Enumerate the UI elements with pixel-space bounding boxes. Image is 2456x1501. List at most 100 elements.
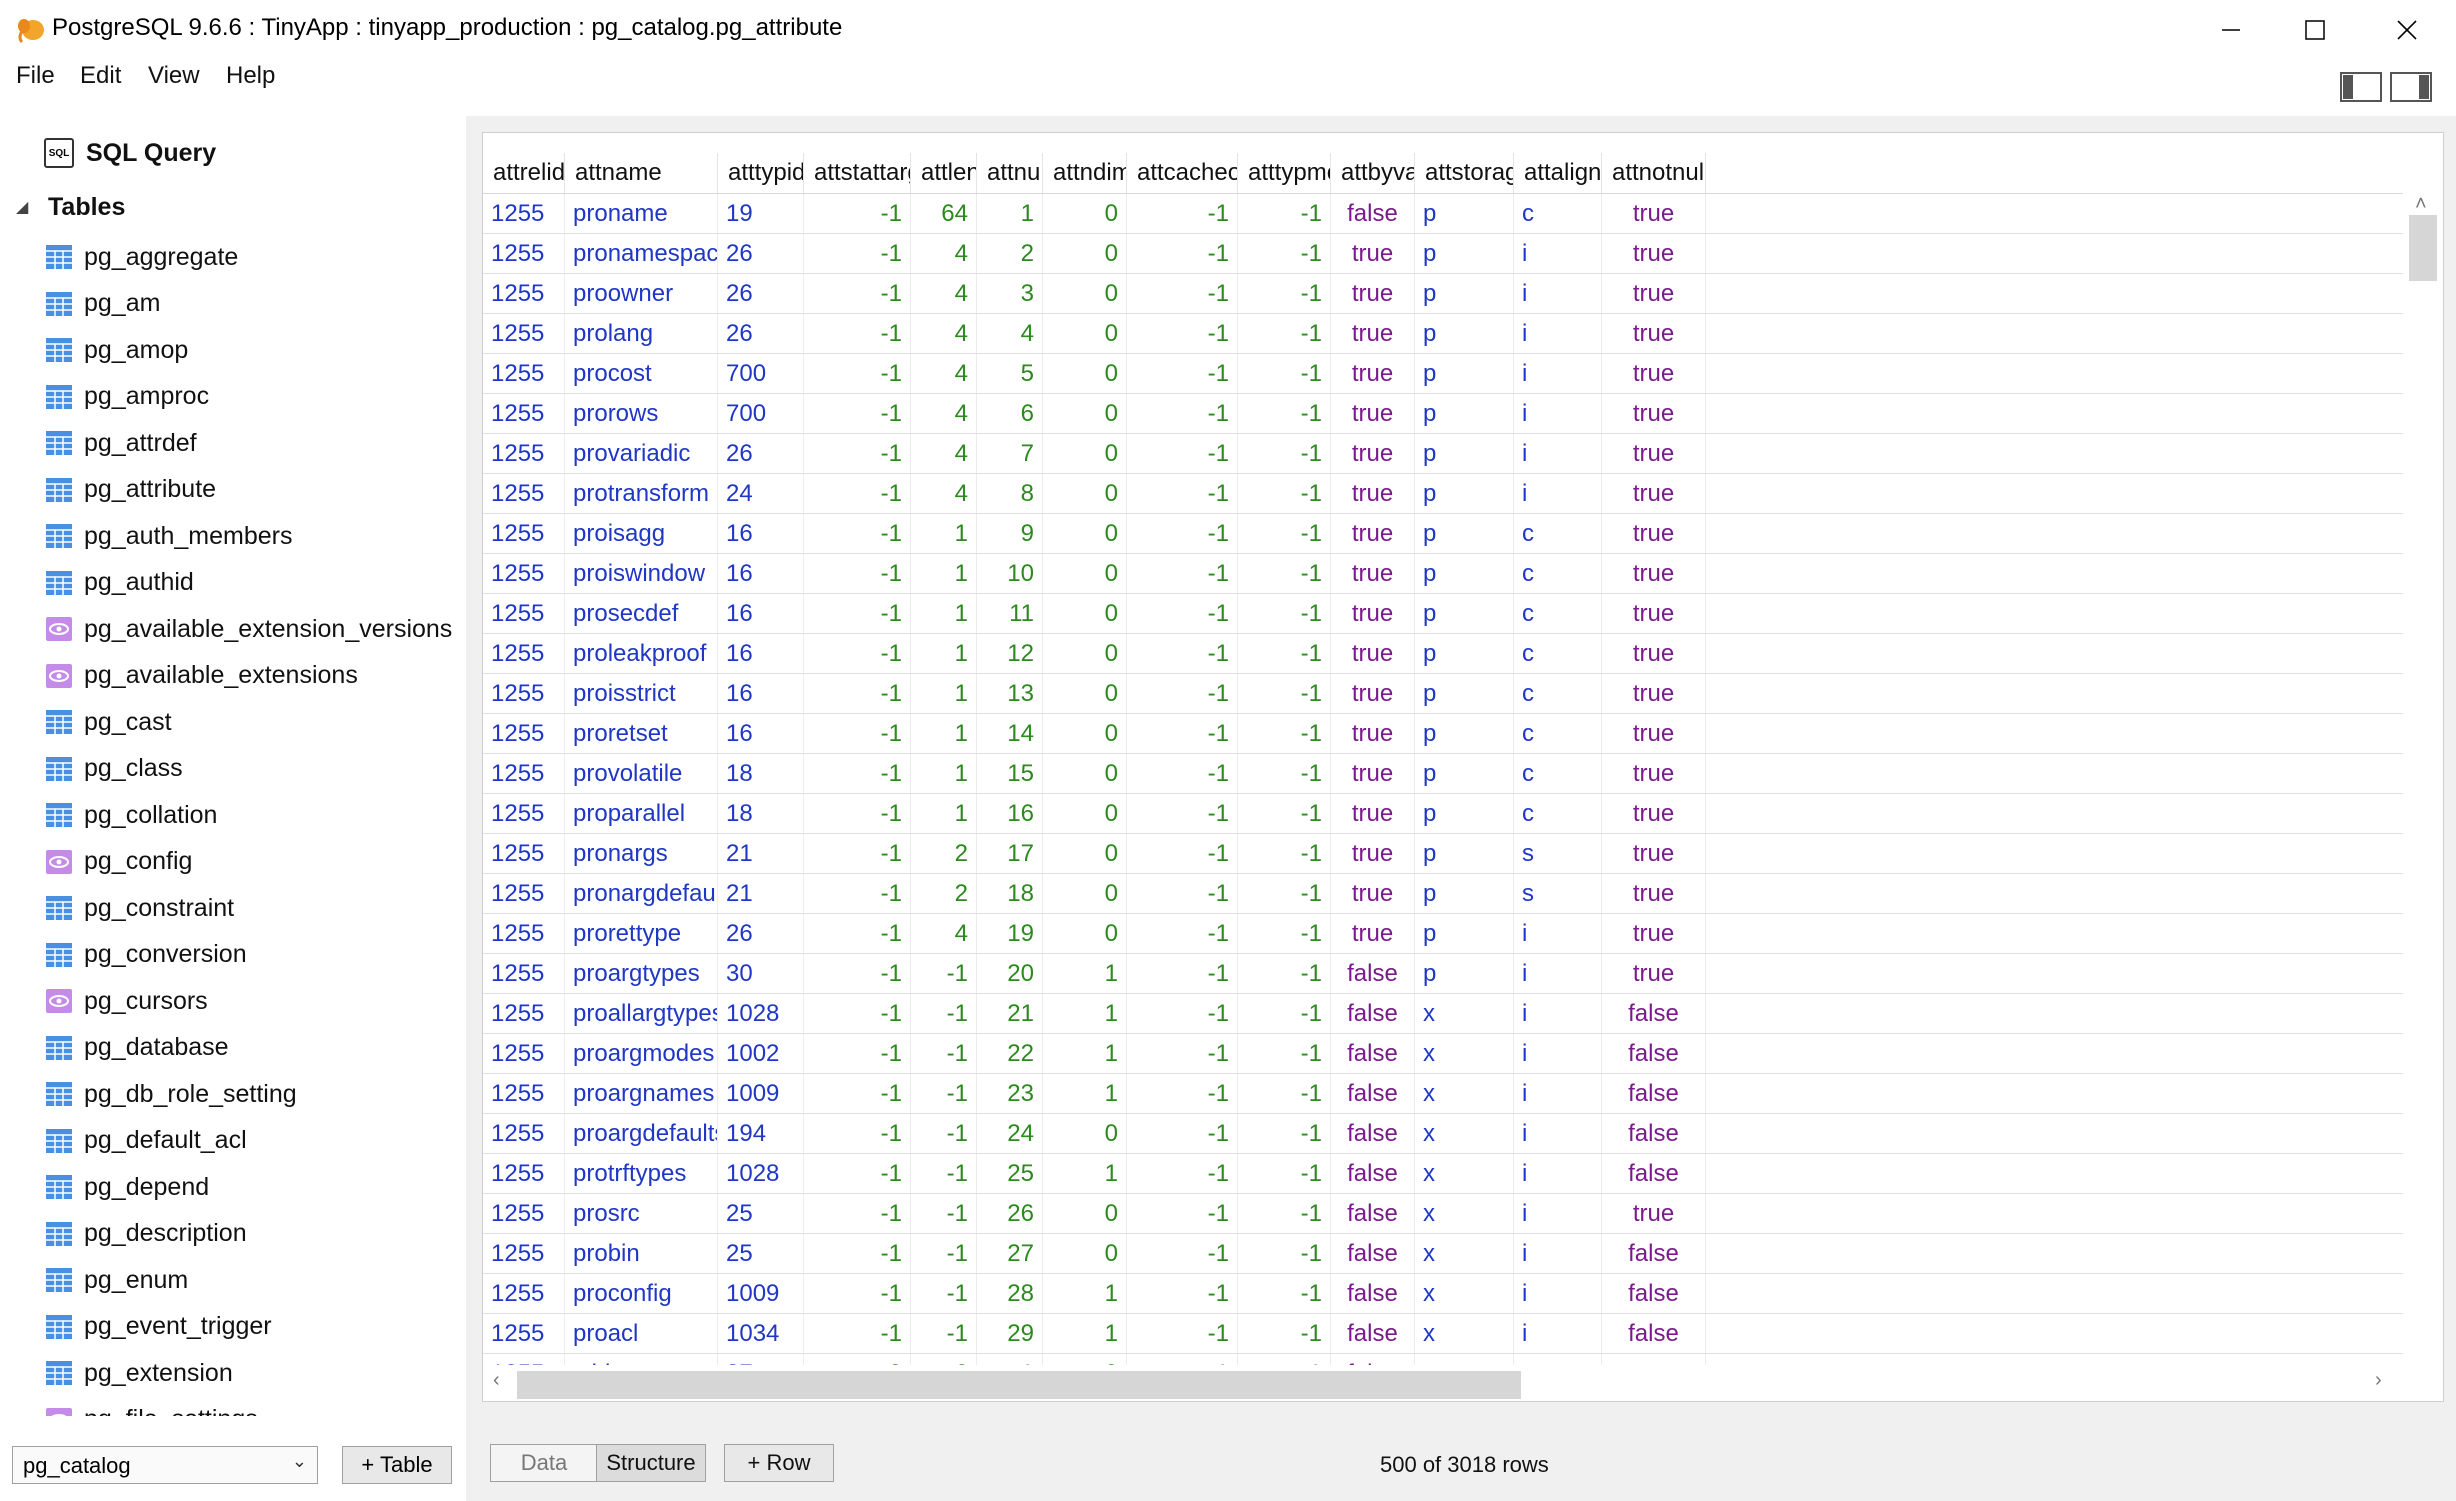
- cell-attcacheoff[interactable]: -1: [1127, 514, 1238, 553]
- cell-attcacheoff[interactable]: -1: [1127, 1274, 1238, 1313]
- cell-attalign[interactable]: i: [1514, 434, 1602, 473]
- cell-attstattarget[interactable]: -1: [804, 1154, 911, 1193]
- cell-attname[interactable]: provariadic: [565, 434, 718, 473]
- cell-attalign[interactable]: i: [1514, 1194, 1602, 1233]
- cell-attalign[interactable]: i: [1514, 1034, 1602, 1073]
- cell-attnum[interactable]: 3: [977, 274, 1043, 313]
- cell-attlen[interactable]: -1: [911, 1114, 977, 1153]
- cell-attlen[interactable]: 4: [911, 314, 977, 353]
- cell-attnotnull[interactable]: true: [1602, 914, 1706, 953]
- sidebar-item-pg-class[interactable]: pg_class: [46, 746, 466, 793]
- cell-attnum[interactable]: 29: [977, 1314, 1043, 1353]
- cell-attname[interactable]: pronargs: [565, 834, 718, 873]
- cell-attbyval[interactable]: true: [1331, 234, 1415, 273]
- cell-atttypid[interactable]: 16: [718, 594, 804, 633]
- cell-attbyval[interactable]: true: [1331, 634, 1415, 673]
- table-row[interactable]: 1255pronargdefaults21-12180-1-1truepstru…: [483, 874, 2403, 914]
- cell-attnum[interactable]: 5: [977, 354, 1043, 393]
- cell-attalign[interactable]: i: [1514, 274, 1602, 313]
- cell-attlen[interactable]: 1: [911, 634, 977, 673]
- cell-attcacheoff[interactable]: -1: [1127, 314, 1238, 353]
- sidebar-item-pg-cursors[interactable]: pg_cursors: [46, 978, 466, 1025]
- cell-attnotnull[interactable]: false: [1602, 1154, 1706, 1193]
- table-row[interactable]: 1255 proisstrict 16 -1 1 13 0 -1 -1 true p c true: [483, 674, 2403, 714]
- cell-attname[interactable]: pronamespace: [565, 234, 718, 273]
- table-row[interactable]: 1255 prorettype 26 -1 4 19 0 -1 -1 true p i true: [483, 914, 2403, 954]
- add-table-button[interactable]: + Table: [342, 1446, 452, 1484]
- table-row[interactable]: 1255 proargtypes 30 -1 -1 20 1 -1 -1 false p i true: [483, 954, 2403, 994]
- cell-attlen[interactable]: -1: [911, 1074, 977, 1113]
- cell-attstattarget[interactable]: -1: [804, 474, 911, 513]
- menu-view[interactable]: View: [148, 62, 200, 90]
- cell-attstorage[interactable]: p: [1415, 434, 1514, 473]
- cell-attcacheoff[interactable]: -1: [1127, 1314, 1238, 1353]
- cell-attbyval[interactable]: true: [1331, 394, 1415, 433]
- table-row[interactable]: 1255 protrftypes 1028 -1 -1 25 1 -1 -1 false x i fal…: [483, 1154, 2403, 1194]
- cell-attstorage[interactable]: p: [1415, 474, 1514, 513]
- vertical-scroll-thumb[interactable]: [2409, 215, 2437, 281]
- cell-attlen[interactable]: -1: [911, 1234, 977, 1273]
- cell-attnotnull[interactable]: true: [1602, 634, 1706, 673]
- cell-attndims[interactable]: 0: [1043, 634, 1127, 673]
- cell-attnum[interactable]: 26: [977, 1194, 1043, 1233]
- cell-attrelid[interactable]: 1255: [483, 634, 565, 673]
- cell-attnum[interactable]: 25: [977, 1154, 1043, 1193]
- cell-attnotnull[interactable]: true: [1602, 754, 1706, 793]
- sidebar-item-pg-amproc[interactable]: pg_amproc: [46, 374, 466, 421]
- cell-attcacheoff[interactable]: -1: [1127, 594, 1238, 633]
- sidebar-item-pg-attrdef[interactable]: pg_attrdef: [46, 420, 466, 467]
- cell-attnotnull[interactable]: true: [1602, 354, 1706, 393]
- cell-attlen[interactable]: 2: [911, 834, 977, 873]
- cell-attnotnull[interactable]: true: [1602, 434, 1706, 473]
- cell-atttypmod[interactable]: -1: [1238, 1314, 1331, 1353]
- cell-attlen[interactable]: -1: [911, 1154, 977, 1193]
- cell-attstorage[interactable]: p: [1415, 674, 1514, 713]
- cell-atttypid[interactable]: 26: [718, 434, 804, 473]
- cell-attcacheoff[interactable]: -1: [1127, 674, 1238, 713]
- table-row[interactable]: 1255 proowner 26 -1 4 3 0 -1 -1 true p i true: [483, 274, 2403, 314]
- cell-attnum[interactable]: 7: [977, 434, 1043, 473]
- sidebar-item-pg-enum[interactable]: pg_enum: [46, 1257, 466, 1304]
- cell-attstorage[interactable]: p: [1415, 794, 1514, 833]
- cell-attlen[interactable]: 4: [911, 434, 977, 473]
- cell-attcacheoff[interactable]: -1: [1127, 954, 1238, 993]
- cell-attstorage[interactable]: p: [1415, 714, 1514, 753]
- column-header-attbyval[interactable]: attbyval: [1331, 153, 1415, 193]
- table-row[interactable]: 1255 provariadic 26 -1 4 7 0 -1 -1 true p i true: [483, 434, 2403, 474]
- cell-attnotnull[interactable]: true: [1602, 274, 1706, 313]
- table-row[interactable]: 1255 prosrc 25 -1 -1 26 0 -1 -1 false x i true: [483, 1194, 2403, 1234]
- cell-attalign[interactable]: i: [1514, 314, 1602, 353]
- cell-attalign[interactable]: i: [1514, 1074, 1602, 1113]
- sidebar-item-pg-description[interactable]: pg_description: [46, 1211, 466, 1258]
- cell-attalign[interactable]: i: [1514, 994, 1602, 1033]
- cell-attnum[interactable]: 14: [977, 714, 1043, 753]
- cell-atttypid[interactable]: 1028: [718, 994, 804, 1033]
- cell-atttypmod[interactable]: -1: [1238, 914, 1331, 953]
- table-row[interactable]: 1255 prolang 26 -1 4 4 0 -1 -1 true p i true: [483, 314, 2403, 354]
- cell-attrelid[interactable]: 1255: [483, 194, 565, 233]
- cell-atttypid[interactable]: 16: [718, 674, 804, 713]
- cell-attalign[interactable]: c: [1514, 514, 1602, 553]
- table-row[interactable]: 1255 pronargs 21 -1 2 17 0 -1 -1 true p s true: [483, 834, 2403, 874]
- cell-attstattarget[interactable]: -1: [804, 874, 911, 913]
- sidebar-item-pg-am[interactable]: pg_am: [46, 281, 466, 328]
- cell-attndims[interactable]: 1: [1043, 994, 1127, 1033]
- cell-attcacheoff[interactable]: -1: [1127, 1034, 1238, 1073]
- menu-file[interactable]: File: [16, 62, 55, 90]
- sidebar-item-pg-database[interactable]: pg_database: [46, 1025, 466, 1072]
- cell-attalign[interactable]: i: [1514, 1234, 1602, 1273]
- cell-atttypid[interactable]: 16: [718, 514, 804, 553]
- cell-attcacheoff[interactable]: -1: [1127, 234, 1238, 273]
- cell-attstattarget[interactable]: -1: [804, 1114, 911, 1153]
- cell-attstattarget[interactable]: -1: [804, 234, 911, 273]
- cell-attbyval[interactable]: true: [1331, 474, 1415, 513]
- cell-attlen[interactable]: -1: [911, 954, 977, 993]
- cell-attrelid[interactable]: 1255: [483, 1234, 565, 1273]
- cell-atttypid[interactable]: 1002: [718, 1034, 804, 1073]
- column-header-attndims[interactable]: attndims: [1043, 153, 1127, 193]
- cell-attalign[interactable]: i: [1514, 954, 1602, 993]
- cell-atttypmod[interactable]: -1: [1238, 674, 1331, 713]
- cell-attalign[interactable]: i: [1514, 234, 1602, 273]
- cell-attalign[interactable]: i: [1514, 354, 1602, 393]
- cell-atttypid[interactable]: 21: [718, 834, 804, 873]
